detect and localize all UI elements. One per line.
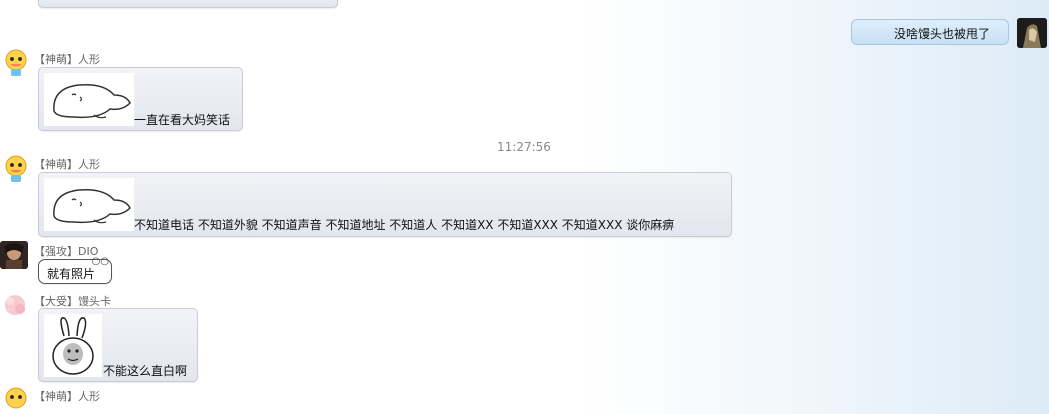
message-text: 没啥馒头也被甩了 xyxy=(894,27,991,41)
sender-avatar[interactable] xyxy=(1,291,29,319)
message-bubble: 不知道电话 不知道外貌 不知道声音 不知道地址 不知道人 不知道XX 不知道XX… xyxy=(38,172,732,237)
rabbit-sticker-image xyxy=(44,314,102,377)
sender-label: 【神萌】人形 xyxy=(34,51,100,67)
message-text: 一直在看大妈笑话 xyxy=(134,113,231,127)
sender-avatar[interactable] xyxy=(2,154,30,182)
message-bubble: 一直在看大妈笑话 xyxy=(38,67,243,131)
timestamp: 11:27:56 xyxy=(497,140,551,154)
message-text: 就有照片 xyxy=(47,267,96,281)
sender-name: 馒头卡 xyxy=(78,295,111,308)
sender-tag: 【神萌】 xyxy=(34,53,78,66)
self-message-bubble: 没啥馒头也被甩了 xyxy=(851,19,1009,45)
message-bubble: 就有照片 ○○ xyxy=(38,256,112,284)
seal-sticker-image xyxy=(44,178,134,231)
self-avatar[interactable] xyxy=(1017,18,1047,48)
seal-sticker-image xyxy=(44,73,134,126)
message-text: 不能这么直白啊 xyxy=(103,364,188,378)
sender-name: 人形 xyxy=(78,158,100,171)
message-bubble: 不能这么直白啊 xyxy=(38,308,198,382)
sender-label: 【强攻】DIO xyxy=(34,243,98,259)
sender-name: 人形 xyxy=(78,390,100,403)
sender-label: 【神萌】人形 xyxy=(34,156,100,172)
sender-avatar[interactable] xyxy=(2,386,30,414)
sender-tag: 【大受】 xyxy=(34,295,78,308)
decoration-icon: ○○ xyxy=(91,256,109,267)
sender-tag: 【神萌】 xyxy=(34,390,78,403)
message-bubble-partial xyxy=(38,0,338,8)
sender-avatar[interactable] xyxy=(0,241,28,269)
sender-tag: 【强攻】 xyxy=(34,245,78,258)
sender-tag: 【神萌】 xyxy=(34,158,78,171)
message-text: 不知道电话 不知道外貌 不知道声音 不知道地址 不知道人 不知道XX 不知道XX… xyxy=(134,218,675,232)
sender-name: 人形 xyxy=(78,53,100,66)
sender-avatar[interactable] xyxy=(2,48,30,76)
sender-label: 【大受】馒头卡 xyxy=(34,293,111,309)
